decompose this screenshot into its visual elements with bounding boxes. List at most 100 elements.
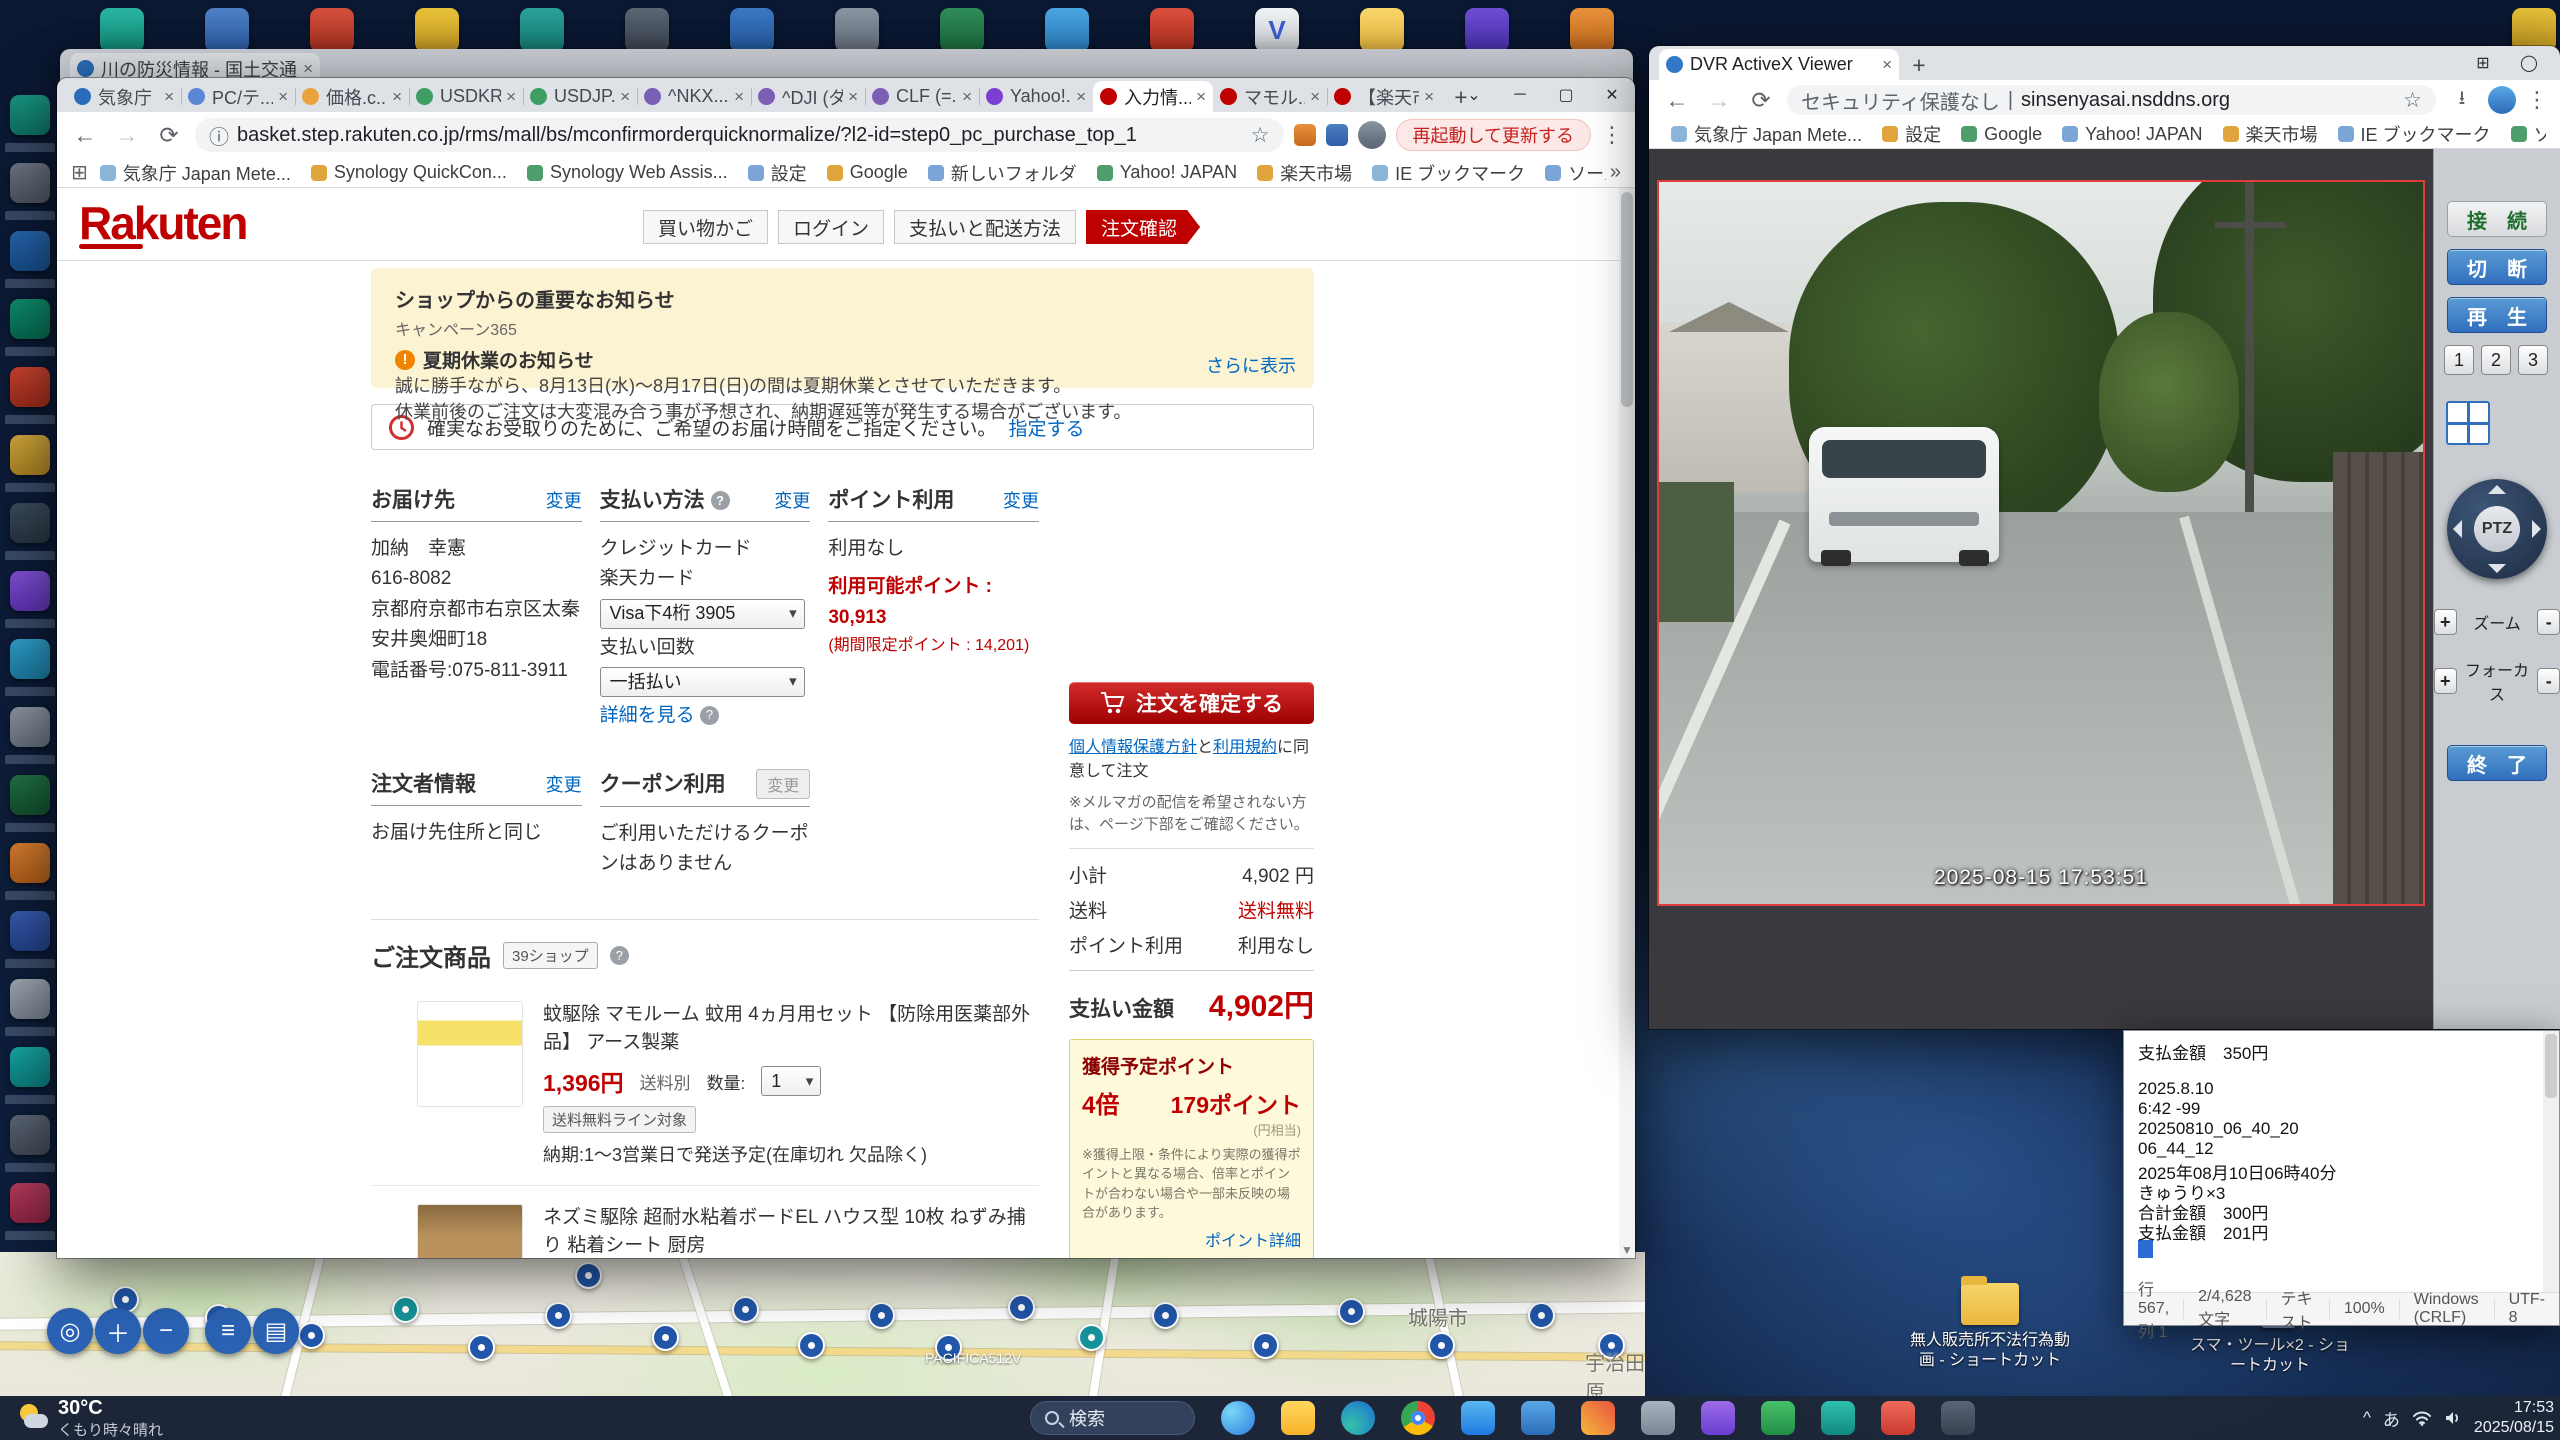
site-info-icon[interactable]: ⓘ	[209, 121, 229, 150]
bookmark-item[interactable]: Yahoo! JAPAN	[2054, 121, 2210, 147]
map-pin[interactable]	[1008, 1294, 1035, 1321]
change-link[interactable]: 変更	[774, 487, 810, 513]
weather-widget[interactable]: 30°C くもり時々晴れ	[8, 1396, 173, 1440]
back-icon[interactable]: ←	[1661, 87, 1693, 114]
terms-link[interactable]: 利用規約	[1213, 739, 1277, 756]
desktop-icon[interactable]	[10, 435, 50, 475]
extension-icon[interactable]	[1294, 124, 1316, 146]
tab-close-icon[interactable]: ×	[1424, 87, 1434, 107]
bookmark-star-icon[interactable]: ☆	[2403, 88, 2422, 113]
taskbar-search[interactable]: 検索	[1030, 1401, 1195, 1435]
browser-tab[interactable]: 価格.c... ×	[295, 81, 409, 112]
browser-tab[interactable]: USDJP... ×	[523, 81, 637, 112]
desktop-icon[interactable]	[940, 8, 984, 52]
desktop-icon[interactable]	[415, 8, 459, 52]
desktop-icon[interactable]	[310, 8, 354, 52]
desktop-icon[interactable]	[10, 503, 50, 543]
maximize-button[interactable]: ▢	[1543, 78, 1589, 112]
ptz-right-icon[interactable]	[2532, 520, 2541, 538]
tray-expand-icon[interactable]: ^	[2363, 1408, 2371, 1428]
browser-tab[interactable]: 気象庁 ×	[67, 81, 181, 112]
ptz-control[interactable]: PTZ	[2447, 479, 2547, 579]
menu-kebab-icon[interactable]: ⋮	[1601, 122, 1623, 148]
desktop-icon[interactable]	[1150, 8, 1194, 52]
change-link[interactable]: 変更	[546, 487, 582, 513]
bookmark-item[interactable]: ソースネクスト マイページ	[1537, 160, 1606, 186]
tab-close-icon[interactable]: ×	[164, 87, 174, 107]
tab-close-icon[interactable]: ×	[1076, 87, 1086, 107]
chrome-icon[interactable]	[1401, 1401, 1435, 1435]
tab-close-icon[interactable]: ×	[1882, 55, 1892, 75]
mail-icon[interactable]	[1521, 1401, 1555, 1435]
confirm-order-button[interactable]: 注文を確定する	[1069, 682, 1314, 724]
desktop-icon[interactable]	[10, 95, 50, 135]
tab-close-icon[interactable]: ×	[303, 59, 313, 79]
bookmark-item[interactable]: Google	[1953, 121, 2050, 147]
map-pin[interactable]	[732, 1296, 759, 1323]
desktop-icon[interactable]	[1570, 8, 1614, 52]
desktop-icon[interactable]	[520, 8, 564, 52]
product-image[interactable]	[417, 1001, 523, 1107]
desktop-icon[interactable]	[10, 571, 50, 611]
map-pin[interactable]	[575, 1262, 602, 1289]
address-bar[interactable]: ⓘ basket.step.rakuten.co.jp/rms/mall/bs/…	[195, 118, 1284, 152]
rakuten-logo[interactable]: Rakuten	[79, 196, 246, 249]
bookmark-item[interactable]: 気象庁 Japan Mete...	[92, 160, 299, 186]
bookmark-item[interactable]: Yahoo! JAPAN	[1089, 160, 1245, 186]
volume-icon[interactable]	[2444, 1410, 2462, 1426]
profile-avatar[interactable]	[2488, 86, 2516, 114]
payment-detail-link[interactable]: 詳細を見る	[600, 705, 695, 726]
ptz-left-icon[interactable]	[2453, 520, 2462, 538]
forward-icon[interactable]: →	[1703, 87, 1735, 114]
browser-tab[interactable]: Yahoo!... ×	[979, 81, 1093, 112]
reload-icon[interactable]: ⟳	[153, 122, 185, 149]
store-icon[interactable]	[1461, 1401, 1495, 1435]
address-bar[interactable]: セキュリティ保護なし | sinsenyasai.nsddns.org ☆	[1787, 85, 2436, 115]
desktop-icon[interactable]	[10, 1047, 50, 1087]
breadcrumb-step[interactable]: ログイン	[778, 210, 884, 244]
quad-view-button[interactable]	[2446, 401, 2490, 445]
network-icon[interactable]	[2412, 1410, 2432, 1426]
relaunch-update-button[interactable]: 再起動して更新する	[1396, 119, 1591, 151]
product-image[interactable]	[417, 1204, 523, 1258]
desktop-icon[interactable]	[205, 8, 249, 52]
map-layers-button[interactable]: ▤	[253, 1308, 299, 1354]
installments-select[interactable]: 一括払い	[600, 667, 805, 697]
desktop-folder-shortcut[interactable]: 無人販売所不法行為動画 - ショートカット	[1905, 1283, 2075, 1371]
focus-out-button[interactable]: -	[2537, 668, 2560, 694]
page-scrollbar[interactable]: ▼	[1619, 188, 1635, 1258]
bookmark-item[interactable]: Synology QuickCon...	[303, 160, 515, 186]
tab-close-icon[interactable]: ×	[278, 87, 288, 107]
scrollbar-thumb[interactable]	[1621, 192, 1633, 407]
file-explorer-icon[interactable]	[1281, 1401, 1315, 1435]
taskbar-app-icon[interactable]	[1761, 1401, 1795, 1435]
browser-tab[interactable]: CLF (=... ×	[865, 81, 979, 112]
browser-tab[interactable]: ^DJI (ダ... ×	[751, 81, 865, 112]
disconnect-button[interactable]: 切 断	[2447, 249, 2547, 285]
map-pin[interactable]	[1428, 1332, 1455, 1359]
ptz-center[interactable]: PTZ	[2474, 506, 2520, 552]
desktop-icon[interactable]	[10, 163, 50, 203]
bookmark-item[interactable]: ソースネクスト マイページ	[2503, 121, 2546, 147]
map-list-button[interactable]: ≡	[205, 1308, 251, 1354]
bookmark-item[interactable]: IE ブックマーク	[1364, 160, 1533, 186]
product-title-link[interactable]: 蚊駆除 マモルーム 蚊用 4ヵ月用セット 【防除用医薬部外品】 アース製薬	[543, 1001, 1039, 1056]
desktop-icon[interactable]	[10, 1183, 50, 1223]
tab-close-icon[interactable]: ×	[734, 87, 744, 107]
reload-icon[interactable]: ⟳	[1745, 87, 1777, 114]
map-pin[interactable]	[468, 1334, 495, 1361]
bookmark-item[interactable]: IE ブックマーク	[2330, 121, 2499, 147]
clock[interactable]: 17:53 2025/08/15	[2474, 1398, 2554, 1438]
desktop-icon[interactable]	[1360, 8, 1404, 52]
extension-icon[interactable]	[1326, 124, 1348, 146]
map-app[interactable]: ◎ ＋ − ≡ ▤ 城陽市 宇治田原 PACIFICA512V	[0, 1252, 1645, 1396]
desktop-icon[interactable]	[10, 979, 50, 1019]
tab-close-icon[interactable]: ×	[506, 87, 516, 107]
browser-tab[interactable]: 【楽天市... ×	[1327, 81, 1441, 112]
card-select[interactable]: Visa下4桁 3905	[600, 599, 805, 629]
map-pin[interactable]	[1528, 1302, 1555, 1329]
tab-search-icon[interactable]: ⌄	[1451, 78, 1497, 112]
bookmark-star-icon[interactable]: ☆	[1251, 123, 1270, 148]
map-pin[interactable]	[392, 1296, 419, 1323]
scroll-down-icon[interactable]: ▼	[1619, 1242, 1635, 1258]
